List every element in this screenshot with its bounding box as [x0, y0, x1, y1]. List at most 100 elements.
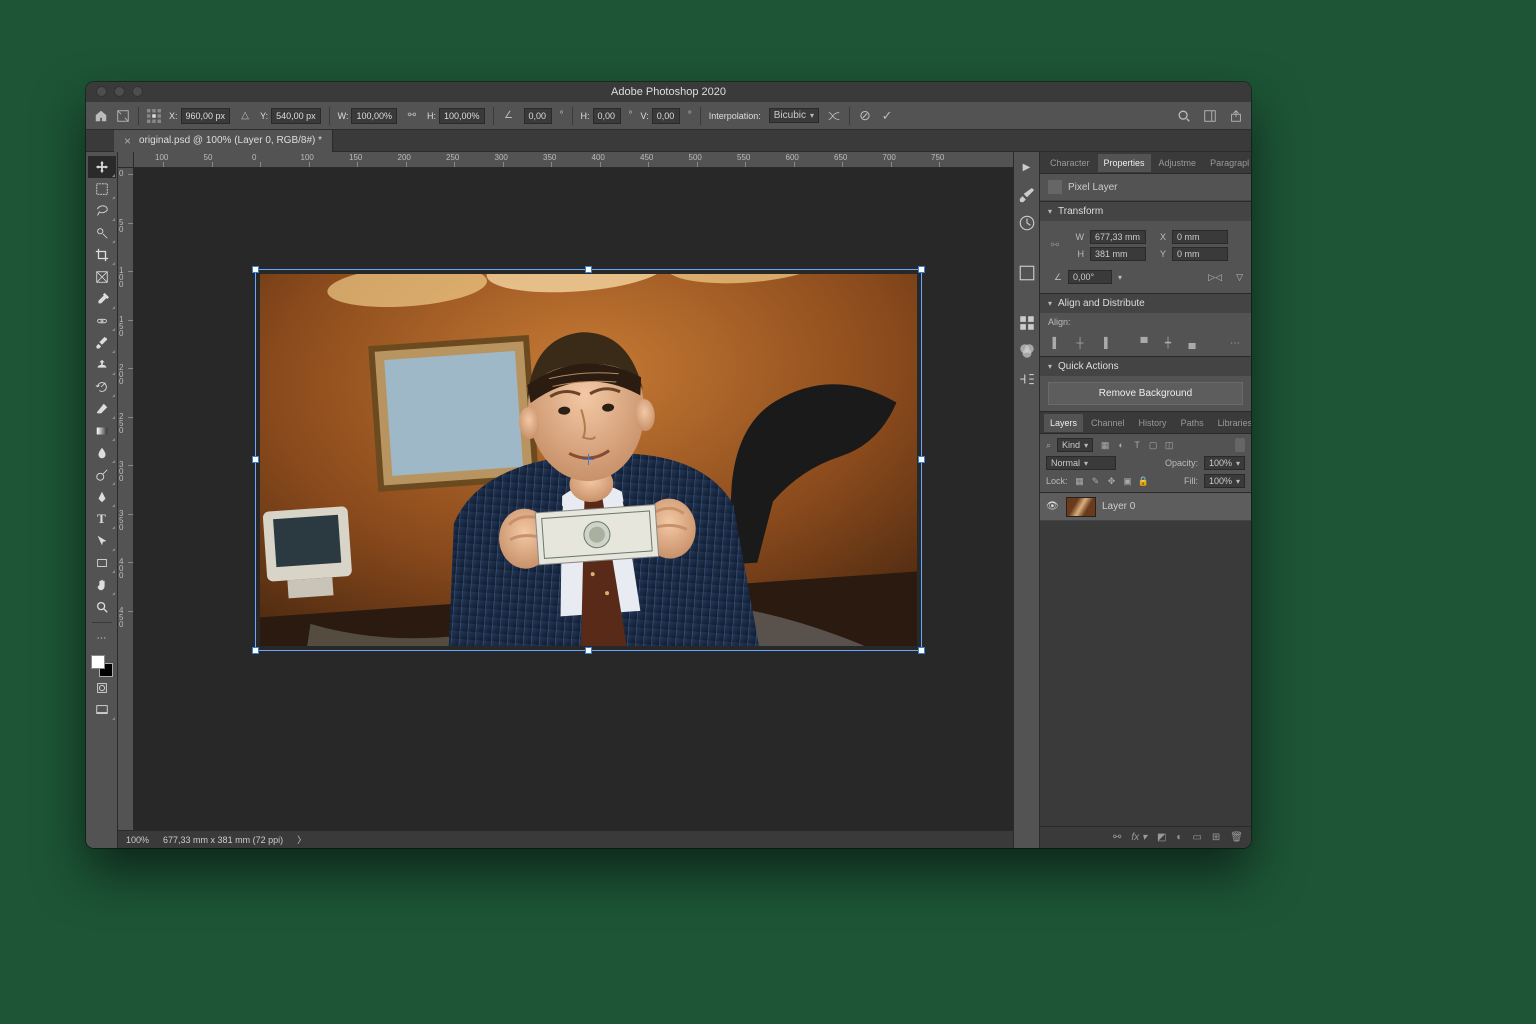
swatches-panel-icon[interactable] [1018, 264, 1036, 282]
panel-tab-channel[interactable]: Channel [1085, 414, 1131, 432]
link-wh-icon[interactable]: ⚯ [1048, 240, 1062, 251]
x-field[interactable]: X:960,00 px [169, 108, 230, 124]
info-panel-icon[interactable] [1018, 370, 1036, 388]
frame-tool[interactable] [88, 266, 116, 288]
workspace-icon[interactable] [1203, 109, 1217, 123]
close-tab-icon[interactable] [124, 134, 131, 148]
move-tool[interactable] [88, 156, 116, 178]
pen-tool[interactable] [88, 486, 116, 508]
brushes-panel-icon[interactable] [1018, 186, 1036, 204]
visibility-toggle-icon[interactable]: 👁 [1046, 501, 1060, 512]
transform-handle-tr[interactable] [918, 266, 925, 273]
eraser-tool[interactable] [88, 398, 116, 420]
layer-filter-select[interactable]: Kind [1057, 438, 1093, 452]
panel-tab-adjustme[interactable]: Adjustme [1153, 154, 1203, 172]
type-tool[interactable]: T [88, 508, 116, 530]
skew-v-field[interactable]: V:0,00 [641, 108, 680, 124]
share-icon[interactable] [1229, 109, 1243, 123]
lock-transparent-icon[interactable]: ▦ [1074, 476, 1086, 487]
flip-horizontal-icon[interactable]: ▷◁ [1208, 272, 1222, 283]
edit-toolbar-icon[interactable]: ⋯ [88, 627, 116, 649]
panel-tab-paragrapl[interactable]: Paragrapl [1204, 154, 1251, 172]
align-hcenter-icon[interactable]: ┼ [1072, 336, 1088, 350]
home-icon[interactable] [94, 109, 108, 123]
history-brush-tool[interactable] [88, 376, 116, 398]
zoom-tool[interactable] [88, 596, 116, 618]
layer-fx-icon[interactable]: fx ▾ [1131, 832, 1147, 843]
align-section-header[interactable]: Align and Distribute [1040, 293, 1251, 313]
align-more-icon[interactable]: ⋯ [1227, 336, 1243, 350]
transform-handle-t[interactable] [585, 266, 592, 273]
transform-handle-r[interactable] [918, 456, 925, 463]
transform-angle-input[interactable]: 0,00° [1068, 270, 1112, 284]
vertical-ruler[interactable]: 050100150200250300350400450 [118, 168, 134, 830]
gradient-tool[interactable] [88, 420, 116, 442]
transform-y-input[interactable]: 0 mm [1172, 247, 1228, 261]
adjustment-layer-icon[interactable]: ◐ [1176, 832, 1182, 843]
quick-mask-icon[interactable] [88, 677, 116, 699]
filter-adjust-icon[interactable]: ◐ [1115, 440, 1127, 451]
zoom-level[interactable]: 100% [126, 835, 149, 845]
layer-name-label[interactable]: Layer 0 [1102, 501, 1135, 512]
blend-mode-select[interactable]: Normal [1046, 456, 1116, 470]
document-dimensions[interactable]: 677,33 mm x 381 mm (72 ppi) [163, 835, 283, 845]
grid-panel-icon[interactable] [1018, 314, 1036, 332]
color-panel-icon[interactable] [1018, 342, 1036, 360]
flip-vertical-icon[interactable]: ▽ [1236, 272, 1243, 283]
reference-point-icon[interactable] [147, 109, 161, 123]
panel-tab-paths[interactable]: Paths [1175, 414, 1210, 432]
horizontal-ruler[interactable]: 1005001001502002503003504004505005506006… [134, 152, 1013, 168]
path-selection-tool[interactable] [88, 530, 116, 552]
lock-position-icon[interactable]: ✥ [1106, 476, 1118, 487]
layer-mask-icon[interactable]: ◩ [1157, 832, 1166, 843]
angle-dropdown-icon[interactable] [1118, 272, 1122, 282]
opacity-input[interactable]: 100% [1204, 456, 1245, 470]
history-panel-icon[interactable] [1018, 214, 1036, 232]
transform-section-header[interactable]: Transform [1040, 201, 1251, 221]
lock-all-icon[interactable]: 🔒 [1138, 476, 1150, 487]
marquee-tool[interactable] [88, 178, 116, 200]
screen-mode-icon[interactable] [88, 699, 116, 721]
link-wh-icon[interactable]: ⚯ [405, 109, 419, 123]
interpolation-select[interactable]: Bicubic [769, 108, 819, 123]
delete-layer-icon[interactable]: 🗑 [1230, 832, 1243, 843]
transform-h-input[interactable]: 381 mm [1090, 247, 1146, 261]
h-field[interactable]: H:100,00% [427, 108, 485, 124]
align-left-icon[interactable]: ▌ [1048, 336, 1064, 350]
zoom-window-button[interactable] [132, 86, 143, 97]
angle-field[interactable]: 0,00 [524, 108, 552, 124]
new-layer-icon[interactable]: ⊞ [1212, 832, 1220, 843]
new-group-icon[interactable]: ▭ [1192, 832, 1201, 843]
lock-artboard-icon[interactable]: ▣ [1122, 476, 1134, 487]
panel-tab-properties[interactable]: Properties [1098, 154, 1151, 172]
transform-x-input[interactable]: 0 mm [1172, 230, 1228, 244]
panel-tab-character[interactable]: Character [1044, 154, 1096, 172]
filter-shape-icon[interactable]: ▢ [1147, 440, 1159, 451]
crop-tool[interactable] [88, 244, 116, 266]
panel-tab-libraries[interactable]: Libraries [1212, 414, 1251, 432]
cancel-transform-icon[interactable]: ⊘ [858, 109, 872, 123]
filter-pixel-icon[interactable]: ▦ [1099, 440, 1111, 451]
rectangle-tool[interactable] [88, 552, 116, 574]
filter-toggle-icon[interactable] [1235, 438, 1245, 452]
search-icon[interactable]: ⌕ [1046, 440, 1051, 451]
layer-thumbnail[interactable] [1066, 497, 1096, 517]
fill-input[interactable]: 100% [1204, 474, 1245, 488]
y-field[interactable]: Y:540,00 px [260, 108, 321, 124]
w-field[interactable]: W:100,00% [338, 108, 397, 124]
minimize-window-button[interactable] [114, 86, 125, 97]
canvas-viewport[interactable] [134, 168, 1013, 830]
transform-handle-br[interactable] [918, 647, 925, 654]
hand-tool[interactable] [88, 574, 116, 596]
skew-h-field[interactable]: H:0,00 [581, 108, 621, 124]
quick-selection-tool[interactable] [88, 222, 116, 244]
dodge-tool[interactable] [88, 464, 116, 486]
panel-tab-layers[interactable]: Layers [1044, 414, 1083, 432]
play-panel-icon[interactable]: ▶ [1018, 158, 1036, 176]
transform-handle-bl[interactable] [252, 647, 259, 654]
transform-handle-b[interactable] [585, 647, 592, 654]
warp-icon[interactable] [827, 109, 841, 123]
align-vcenter-icon[interactable]: ┿ [1160, 336, 1176, 350]
status-caret-icon[interactable]: 〉 [297, 833, 306, 846]
document-tab[interactable]: original.psd @ 100% (Layer 0, RGB/8#) * [114, 130, 333, 152]
